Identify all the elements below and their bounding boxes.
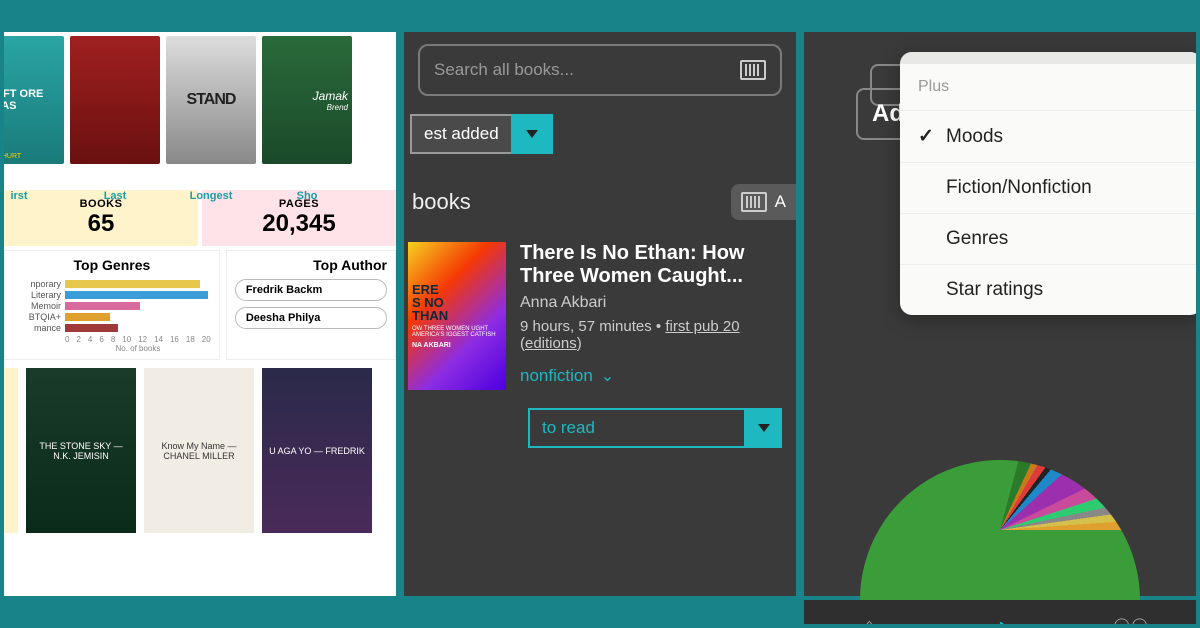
top-genres-chart: Top Genres nporaryLiteraryMemoirBTQIA+ma… (4, 250, 220, 360)
book-cover-last[interactable] (70, 36, 160, 164)
status-dropdown-toggle[interactable] (746, 408, 782, 448)
book-author: Anna Akbari (520, 294, 782, 312)
genre-toggle[interactable]: nonfiction ⌄ (520, 366, 782, 386)
book-cover-shortest[interactable]: Jamak Brend (262, 36, 352, 164)
menu-item-fiction[interactable]: Fiction/Nonfiction (900, 163, 1196, 214)
pub-link[interactable]: first pub 20 (665, 318, 739, 335)
check-icon: ✓ (918, 125, 934, 148)
top-authors-box: Top Author Fredrik Backm Deesha Philya (226, 250, 396, 360)
cover-label: Sho (262, 190, 352, 202)
book-cover[interactable]: Know My Name — CHANEL MILLER (144, 368, 254, 533)
sort-dropdown-toggle[interactable] (511, 114, 553, 154)
nav-community-icon[interactable]: ⚇⚇ (1118, 613, 1144, 624)
mood-pie-chart (860, 460, 1140, 600)
cover-label: irst (4, 190, 64, 202)
book-cover[interactable]: U AGA YO — FREDRIK (262, 368, 372, 533)
nav-home-icon[interactable]: ⌂ (856, 613, 882, 624)
book-cover-first[interactable]: TSHIFT ORE STMAS NG TO HURT (4, 36, 64, 164)
sort-button[interactable]: est added (410, 114, 511, 154)
menu-item-ratings[interactable]: Star ratings (900, 265, 1196, 315)
cover-label: Last (70, 190, 160, 202)
chevron-down-icon (758, 424, 770, 432)
book-title: There Is No Ethan: How Three Women Caugh… (520, 242, 782, 288)
search-input[interactable]: Search all books... (418, 44, 782, 96)
chevron-down-icon: ⌄ (601, 366, 614, 386)
editions-link[interactable]: editions (525, 335, 577, 352)
book-cover[interactable]: THE STONE SKY — N.K. JEMISIN (26, 368, 136, 533)
barcode-scan-icon[interactable] (740, 60, 766, 80)
menu-item-genres[interactable]: Genres (900, 214, 1196, 265)
cover-label: Longest (166, 190, 256, 202)
nav-stats-icon[interactable]: ◔ (987, 613, 1013, 624)
chevron-down-icon (526, 130, 538, 138)
add-book-button[interactable]: A (731, 184, 796, 220)
sidebar-reads-card: ar eads (4, 368, 18, 533)
shelf-label: books (412, 189, 471, 215)
book-cover[interactable]: ERE S NO THAN OW THREE WOMEN UGHT AMERIC… (408, 242, 506, 390)
author-pill[interactable]: Fredrik Backm (235, 279, 387, 301)
bottom-nav: ⌂ ◔ ⚇⚇ (804, 600, 1196, 624)
menu-header-plus: Plus (900, 64, 1196, 111)
top-covers-row: TSHIFT ORE STMAS NG TO HURT irst Last ST… (4, 32, 396, 188)
book-cover-longest[interactable]: STAND (166, 36, 256, 164)
book-metadata: 9 hours, 57 minutes • first pub 20 (edit… (520, 318, 782, 352)
menu-item-moods[interactable]: ✓Moods (900, 111, 1196, 163)
book-list-item[interactable]: ERE S NO THAN OW THREE WOMEN UGHT AMERIC… (418, 242, 782, 390)
barcode-icon (741, 192, 767, 212)
filter-menu: Plus ✓Moods Fiction/Nonfiction Genres St… (900, 52, 1196, 315)
status-select[interactable]: to read (528, 408, 746, 448)
author-pill[interactable]: Deesha Philya (235, 307, 387, 329)
